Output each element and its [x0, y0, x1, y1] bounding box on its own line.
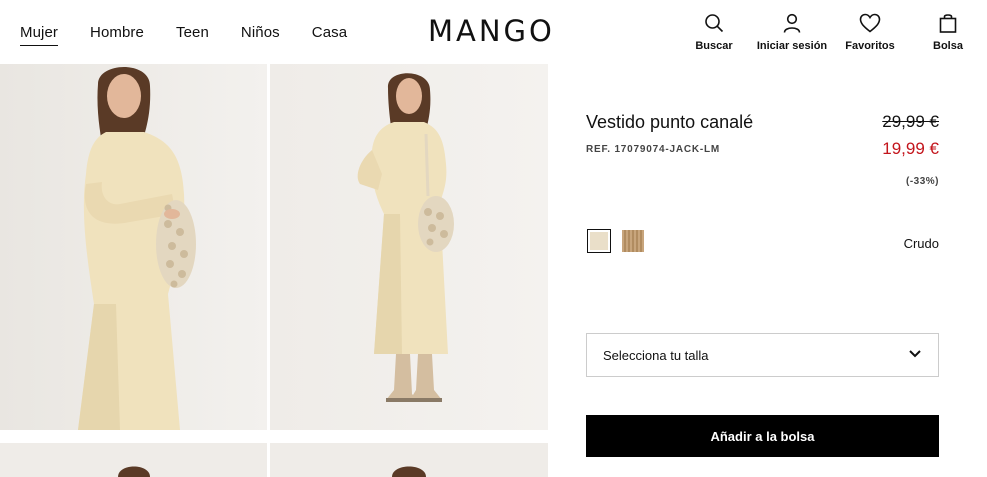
site-header: Mujer Hombre Teen Niños Casa MANGO Busca… — [0, 0, 987, 64]
product-title: Vestido punto canalé — [586, 112, 754, 132]
header-actions: Buscar Iniciar sesión Favoritos Bolsa — [675, 12, 987, 52]
login-button[interactable]: Iniciar sesión — [753, 12, 831, 52]
bag-icon — [937, 12, 959, 34]
size-dropdown[interactable]: Selecciona tu talla — [586, 333, 939, 377]
product-photo-front[interactable] — [0, 64, 267, 430]
login-label: Iniciar sesión — [756, 40, 828, 52]
color-swatch-crudo[interactable] — [587, 229, 611, 253]
add-to-bag-button[interactable]: Añadir a la bolsa — [586, 415, 939, 457]
mango-logo[interactable]: MANGO — [428, 14, 555, 48]
main-nav: Mujer Hombre Teen Niños Casa — [20, 24, 347, 46]
user-icon — [781, 12, 803, 34]
bag-button[interactable]: Bolsa — [909, 12, 987, 52]
product-photo-detail-2[interactable] — [270, 443, 548, 477]
product-photo-detail-1[interactable] — [0, 443, 267, 477]
swatch-fill — [590, 232, 608, 250]
heart-icon — [859, 12, 881, 34]
nav-mujer[interactable]: Mujer — [20, 24, 59, 46]
bag-label: Bolsa — [933, 40, 963, 52]
nav-ninos[interactable]: Niños — [241, 24, 280, 46]
nav-teen[interactable]: Teen — [176, 24, 209, 46]
favorites-label: Favoritos — [845, 40, 895, 52]
color-swatch-beige[interactable] — [622, 230, 644, 252]
product-gallery — [0, 64, 548, 477]
selected-color-name: Crudo — [903, 236, 939, 251]
nav-casa[interactable]: Casa — [312, 24, 347, 46]
product-reference: REF. 17079074-JACK-LM — [586, 144, 721, 155]
nav-hombre[interactable]: Hombre — [90, 24, 144, 46]
product-photo-full[interactable] — [270, 64, 548, 430]
search-button[interactable]: Buscar — [675, 12, 753, 52]
size-placeholder: Selecciona tu talla — [603, 347, 709, 363]
favorites-button[interactable]: Favoritos — [831, 12, 909, 52]
search-label: Buscar — [695, 40, 733, 52]
search-icon — [703, 12, 725, 34]
sale-price: 19,99 € — [882, 139, 939, 158]
discount-badge: (-33%) — [905, 176, 939, 187]
chevron-down-icon — [908, 346, 922, 364]
original-price: 29,99 € — [882, 112, 939, 131]
